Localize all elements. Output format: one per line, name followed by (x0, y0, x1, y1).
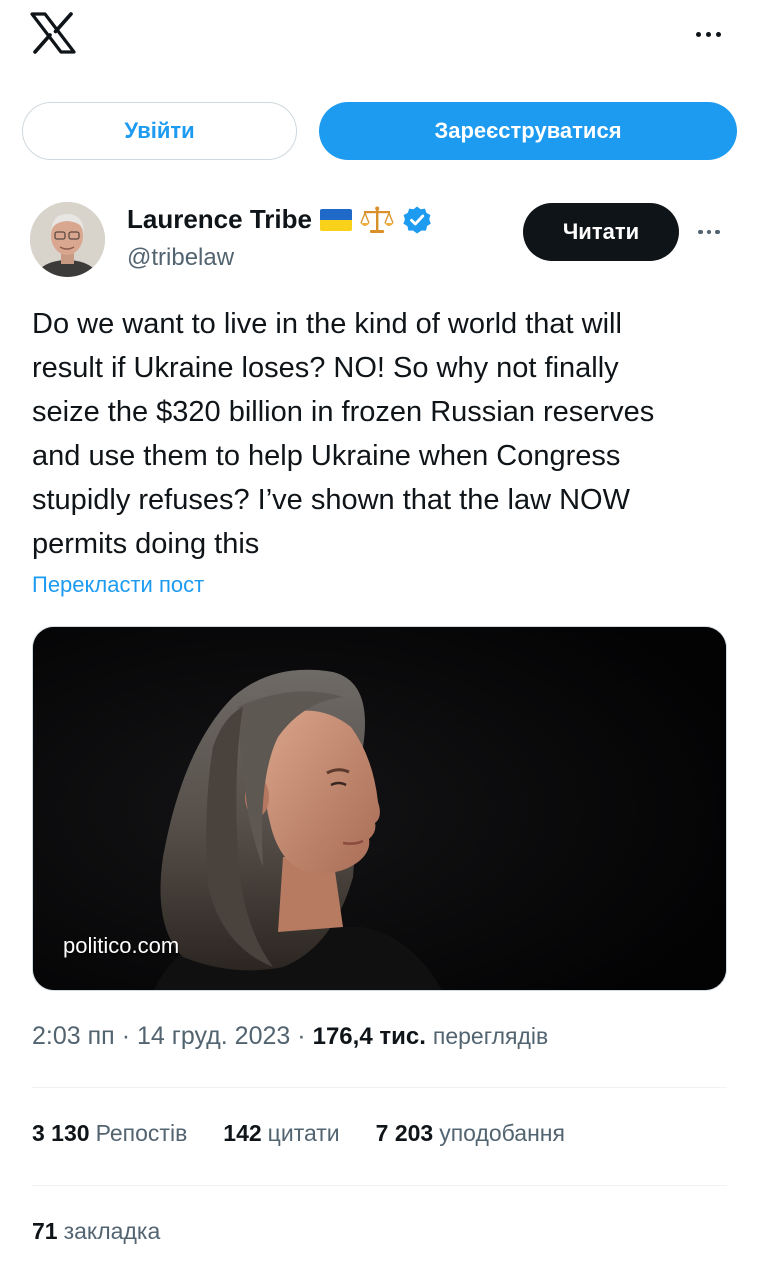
tweet-meta: 2:03 пп · 14 груд. 2023 · 176,4 тис. пер… (32, 1022, 548, 1051)
auth-buttons: Увійти Зареєструватися (22, 102, 738, 162)
quotes-label: цитати (267, 1120, 340, 1146)
quotes-stat[interactable]: 142 цитати (223, 1120, 339, 1147)
bookmarks-stat[interactable]: 71 закладка (32, 1218, 160, 1245)
likes-label: уподобання (439, 1120, 565, 1146)
top-bar (0, 0, 759, 80)
signup-button[interactable]: Зареєструватися (319, 102, 737, 160)
avatar[interactable] (30, 202, 105, 277)
tweet-text: Do we want to live in the kind of world … (32, 308, 655, 560)
meta-separator: · (121, 1022, 131, 1050)
reposts-stat[interactable]: 3 130 Репостів (32, 1120, 187, 1147)
divider (32, 1087, 727, 1088)
author-name[interactable]: Laurence Tribe (127, 204, 312, 235)
link-card-image[interactable]: politico.com (32, 626, 727, 991)
x-logo-icon[interactable] (30, 12, 76, 54)
follow-button[interactable]: Читати (523, 203, 679, 261)
author-name-line: Laurence Tribe (127, 204, 432, 235)
views-count: 176,4 тис. (312, 1023, 426, 1050)
verified-badge-icon (402, 205, 432, 235)
bookmarks-count: 71 (32, 1218, 58, 1244)
scales-icon (360, 205, 394, 235)
translate-post-link[interactable]: Перекласти пост (32, 572, 204, 598)
reposts-count: 3 130 (32, 1120, 90, 1146)
login-button[interactable]: Увійти (22, 102, 297, 160)
views-label: переглядів (432, 1023, 549, 1049)
author-handle[interactable]: @tribelaw (127, 244, 234, 272)
ukraine-flag-icon (319, 208, 352, 231)
divider (32, 1185, 727, 1186)
likes-stat[interactable]: 7 203 уподобання (376, 1120, 565, 1147)
more-horizontal-icon[interactable] (688, 22, 728, 46)
quotes-count: 142 (223, 1120, 262, 1146)
likes-count: 7 203 (375, 1120, 434, 1146)
meta-separator: · (297, 1022, 306, 1050)
bookmarks-label: закладка (63, 1218, 161, 1244)
tweet-time[interactable]: 2:03 пп (32, 1022, 115, 1051)
tweet-date[interactable]: 14 груд. 2023 (137, 1022, 290, 1051)
tweet-more-icon[interactable] (692, 220, 726, 244)
tweet-author: Laurence Tribe @tribelaw Читати (30, 200, 730, 280)
reposts-label: Репостів (95, 1120, 188, 1146)
tweet-stats: 3 130 Репостів 142 цитати 7 203 уподобання (32, 1120, 565, 1147)
link-card-domain: politico.com (63, 933, 180, 958)
